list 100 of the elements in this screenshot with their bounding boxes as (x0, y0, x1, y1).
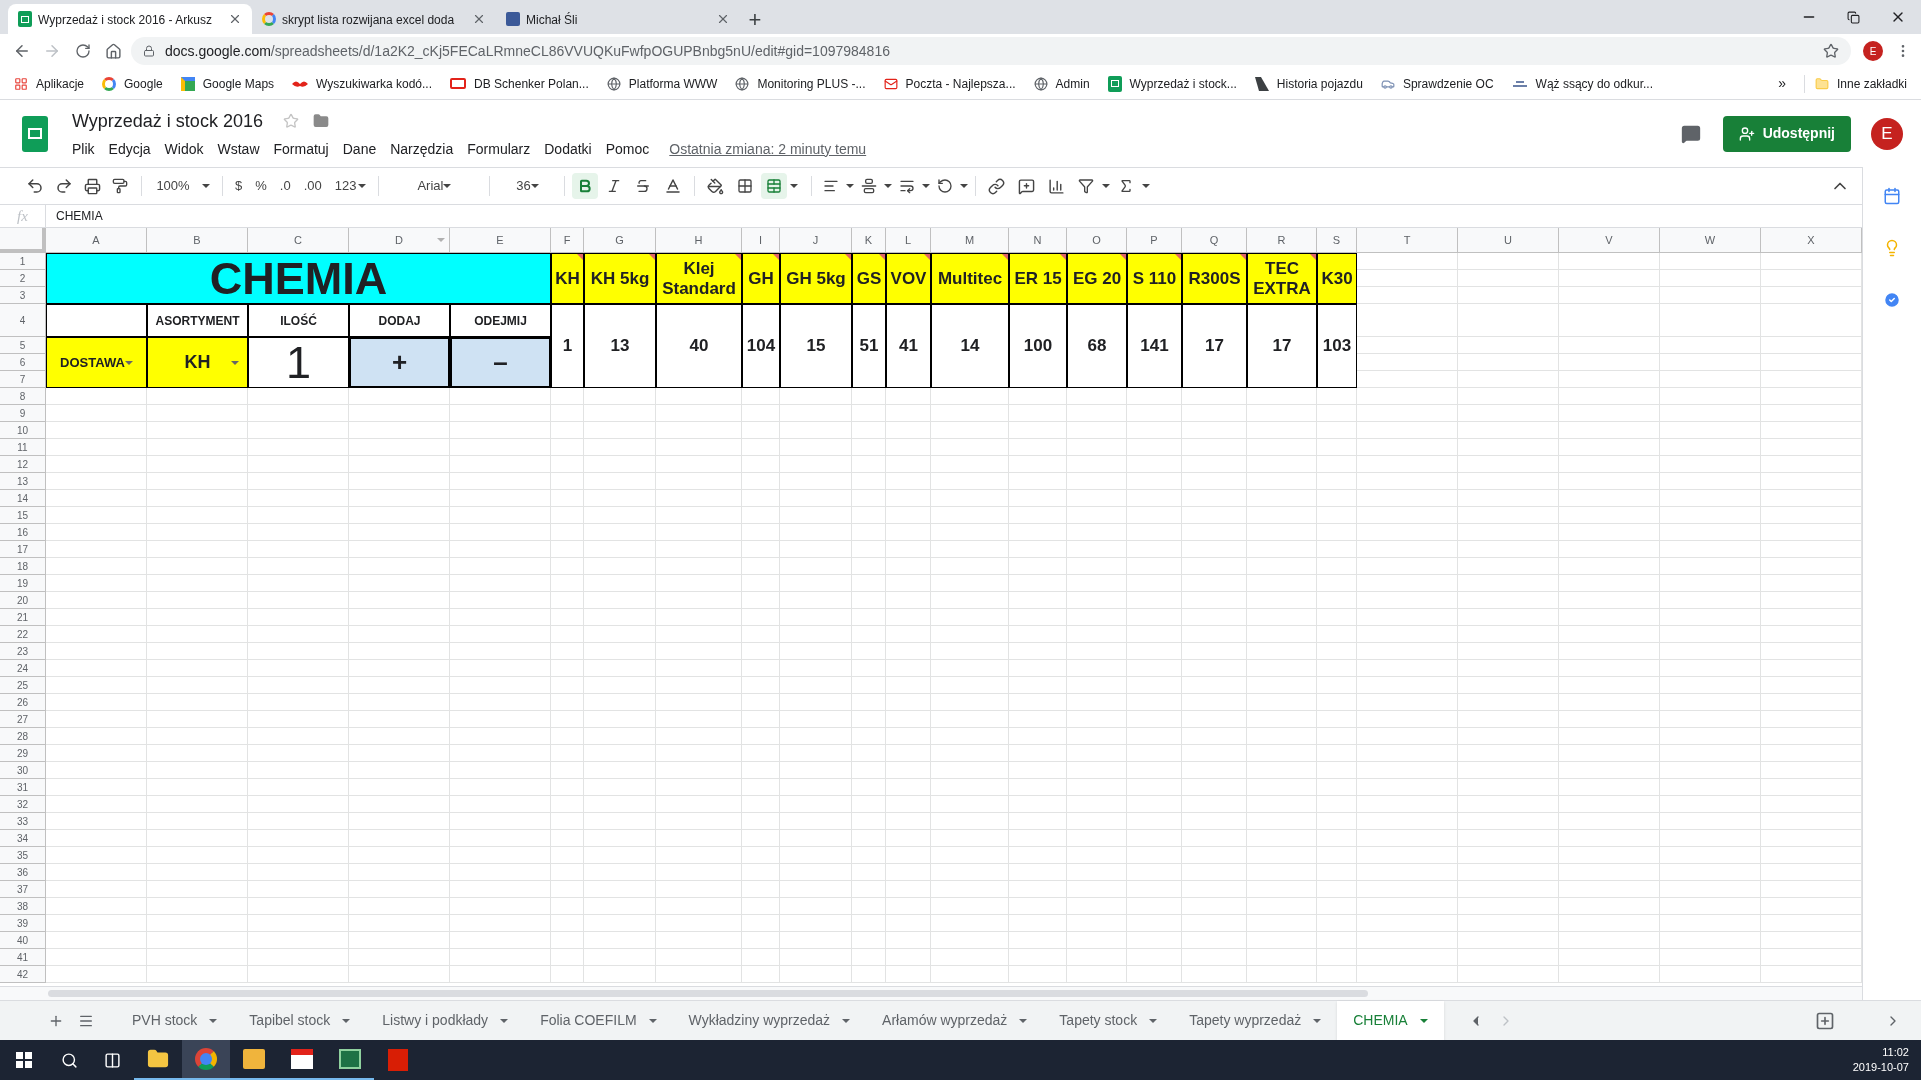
last-edit-link[interactable]: Ostatnia zmiana: 2 minuty temu (669, 138, 867, 160)
column-header[interactable]: U (1458, 228, 1559, 253)
column-header[interactable]: D (349, 228, 450, 253)
percent-format-button[interactable]: % (250, 173, 272, 199)
column-header[interactable]: E (450, 228, 551, 253)
bookmark[interactable]: Wyszukiwarka kodó... (292, 74, 433, 93)
header-cell[interactable]: ODEJMIJ (450, 304, 551, 337)
column-header[interactable]: I (742, 228, 780, 253)
product-header-cell[interactable]: R300S (1182, 253, 1247, 304)
row-header[interactable]: 17 (0, 541, 46, 558)
product-header-cell[interactable]: EG 20 (1067, 253, 1127, 304)
document-title[interactable]: Wyprzedaż i stock 2016 (72, 107, 263, 135)
row-header[interactable]: 19 (0, 575, 46, 592)
row-header[interactable]: 20 (0, 592, 46, 609)
column-header[interactable]: N (1009, 228, 1067, 253)
row-header[interactable]: 38 (0, 898, 46, 915)
borders-icon[interactable] (737, 178, 754, 194)
chart-icon[interactable] (1048, 177, 1066, 195)
column-header[interactable]: M (931, 228, 1009, 253)
reload-icon[interactable] (75, 43, 91, 59)
user-avatar[interactable]: E (1871, 117, 1903, 150)
stock-cell[interactable]: 100 (1009, 304, 1067, 388)
stock-cell[interactable]: 141 (1127, 304, 1182, 388)
home-icon[interactable] (105, 42, 122, 60)
sheet-tab[interactable]: Tapety stock (1043, 1000, 1174, 1041)
stock-cell[interactable]: 51 (852, 304, 886, 388)
stock-cell[interactable]: 104 (742, 304, 780, 388)
menu-item[interactable]: Widok (164, 138, 204, 160)
tasks-icon[interactable] (1883, 291, 1901, 309)
sheet-tab[interactable]: Tapibel stock (233, 1000, 367, 1041)
row-header[interactable]: 14 (0, 490, 46, 507)
row-header[interactable]: 2 (0, 270, 46, 287)
column-header[interactable]: R (1247, 228, 1317, 253)
align-icon[interactable] (823, 178, 840, 194)
row-header[interactable]: 41 (0, 949, 46, 966)
row-header[interactable]: 15 (0, 507, 46, 524)
sheet-tab[interactable]: Folia COEFILM (524, 1000, 673, 1041)
number-format-dropdown[interactable]: 123 (329, 173, 372, 199)
decrease-decimal-button[interactable]: .0 (274, 173, 296, 199)
subtract-button[interactable]: – (450, 337, 551, 388)
back-icon[interactable] (13, 42, 31, 60)
row-header[interactable]: 30 (0, 762, 46, 779)
profile-avatar[interactable]: E (1863, 41, 1883, 61)
row-header[interactable]: 25 (0, 677, 46, 694)
bookmark[interactable]: DB Schenker Polan... (450, 74, 589, 93)
menu-item[interactable]: Formularz (467, 138, 531, 160)
product-header-cell[interactable]: Klej Standard (656, 253, 742, 304)
comments-icon[interactable] (1680, 123, 1701, 144)
title-cell[interactable]: CHEMIA (46, 253, 551, 304)
folder-icon[interactable] (147, 1048, 169, 1070)
search-icon[interactable] (61, 1051, 78, 1069)
strikethrough-icon[interactable] (635, 178, 652, 194)
redo-icon[interactable] (55, 177, 73, 195)
stock-cell[interactable]: 17 (1182, 304, 1247, 388)
column-header[interactable]: S (1317, 228, 1357, 253)
vertical-align-icon[interactable] (861, 178, 878, 194)
close-icon[interactable] (228, 12, 242, 26)
bookmark[interactable]: Poczta - Najlepsza... (883, 74, 1016, 93)
product-header-cell[interactable]: GH (742, 253, 780, 304)
row-header[interactable]: 37 (0, 881, 46, 898)
menu-item[interactable]: Pomoc (605, 138, 650, 160)
stock-cell[interactable]: 41 (886, 304, 931, 388)
merge-cells-button[interactable] (761, 173, 788, 199)
font-dropdown[interactable]: Arial (386, 173, 483, 199)
row-header[interactable]: 5 (0, 337, 46, 354)
bookmark[interactable]: Historia pojazdu (1254, 74, 1363, 93)
row-header[interactable]: 40 (0, 932, 46, 949)
row-header[interactable]: 26 (0, 694, 46, 711)
bookmark[interactable]: Monitoring PLUS -... (735, 74, 866, 93)
column-header[interactable]: G (584, 228, 656, 253)
column-header[interactable]: P (1127, 228, 1182, 253)
sheet-tab[interactable]: Wykładziny wyprzedaż (672, 1000, 867, 1041)
browser-tab[interactable]: Wyprzedaż i stock 2016 - Arkusz (8, 4, 252, 34)
comment-icon[interactable] (1018, 177, 1036, 195)
clock-time[interactable]: 11:02 (1882, 1045, 1909, 1060)
product-header-cell[interactable]: GH 5kg (780, 253, 852, 304)
row-header[interactable]: 1 (0, 253, 46, 270)
column-header[interactable]: F (551, 228, 584, 253)
product-header-cell[interactable]: Multitec (931, 253, 1009, 304)
more-bookmarks[interactable]: » (1778, 73, 1786, 94)
browser-tab[interactable]: Michał Śli (496, 4, 740, 34)
app-icon[interactable] (291, 1049, 313, 1069)
row-header[interactable]: 8 (0, 388, 46, 405)
sheets-logo-icon[interactable] (22, 115, 48, 152)
product-header-cell[interactable]: TEC EXTRA (1247, 253, 1317, 304)
column-header[interactable]: H (656, 228, 742, 253)
bold-button[interactable] (572, 173, 599, 199)
stock-cell[interactable]: 17 (1247, 304, 1317, 388)
sheet-tab[interactable]: Arłamów wyprzedaż (866, 1000, 1044, 1041)
currency-format-button[interactable]: $ (230, 173, 248, 199)
row-header[interactable]: 29 (0, 745, 46, 762)
row-header[interactable]: 16 (0, 524, 46, 541)
product-header-cell[interactable]: S 110 (1127, 253, 1182, 304)
column-header[interactable]: K (852, 228, 886, 253)
column-header[interactable]: Q (1182, 228, 1247, 253)
bookmark[interactable]: Wyprzedaż i stock... (1107, 74, 1237, 93)
row-header[interactable]: 42 (0, 966, 46, 983)
share-button[interactable]: Udostępnij (1722, 115, 1851, 152)
row-header[interactable]: 33 (0, 813, 46, 830)
row-header[interactable]: 9 (0, 405, 46, 422)
